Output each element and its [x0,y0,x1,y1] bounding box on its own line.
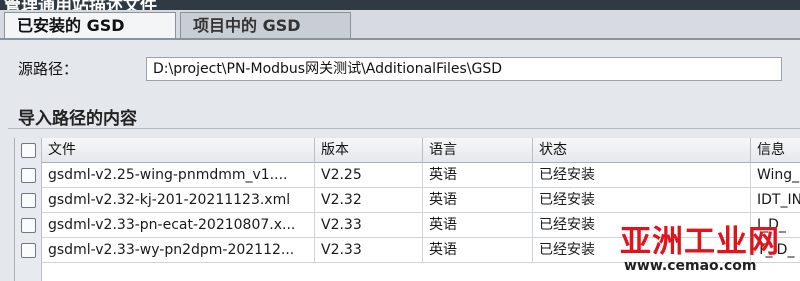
tab-installed-gsd[interactable]: 已安装的 GSD [4,12,176,39]
tab-divider [0,38,800,40]
table-header-row: 文件 版本 语言 状态 信息 [15,138,800,163]
language-cell: 英语 [423,238,533,263]
version-cell: V2.33 [315,238,423,263]
row-checkbox[interactable] [21,193,36,208]
column-header-info[interactable]: 信息 [751,138,800,163]
window-titlebar: 管理通用站描述文件 [0,0,800,10]
status-cell: 已经安装 [533,163,751,188]
row-checkbox[interactable] [21,168,36,183]
section-divider [8,128,800,129]
select-all-cell [15,138,42,163]
watermark-logo-text: 亚洲工业网 [620,224,780,260]
file-cell: gsdml-v2.32-kj-201-20211123.xml [42,188,315,213]
row-select-cell [15,213,42,238]
language-cell: 英语 [423,188,533,213]
row-select-cell [15,263,42,281]
table-row[interactable]: gsdml-v2.25-wing-pnmdmm_v1.... V2.25 英语 … [15,163,800,188]
file-cell: gsdml-v2.33-wy-pn2dpm-202112... [42,238,315,263]
source-path-label: 源路径： [18,60,79,78]
file-cell: gsdml-v2.33-pn-ecat-20210807.x... [42,213,315,238]
column-header-status[interactable]: 状态 [533,138,751,163]
row-checkbox[interactable] [21,243,36,258]
row-select-cell [15,163,42,188]
row-checkbox[interactable] [21,218,36,233]
tab-project-gsd[interactable]: 项目中的 GSD [180,12,351,39]
version-cell: V2.25 [315,163,423,188]
table-row[interactable]: gsdml-v2.32-kj-201-20211123.xml V2.32 英语… [15,188,800,213]
import-path-content-heading: 导入路径的内容 [18,109,137,129]
version-cell: V2.32 [315,188,423,213]
row-select-cell [15,188,42,213]
tab-strip: 已安装的 GSD 项目中的 GSD [0,10,800,39]
status-cell: 已经安装 [533,188,751,213]
language-cell: 英语 [423,213,533,238]
column-header-file[interactable]: 文件 [42,138,315,163]
window-title: 管理通用站描述文件 [4,0,157,10]
row-select-cell [15,238,42,263]
select-all-checkbox[interactable] [21,143,36,158]
info-cell: Wing_ [757,167,800,183]
version-cell: V2.33 [315,213,423,238]
info-cell: IDT_IN [757,192,800,208]
watermark-url: www.cemao.com [624,258,757,274]
file-cell: gsdml-v2.25-wing-pnmdmm_v1.... [42,163,315,188]
language-cell: 英语 [423,163,533,188]
column-header-language[interactable]: 语言 [423,138,533,163]
source-path-field[interactable]: D:\project\PN-Modbus网关测试\AdditionalFiles… [146,57,782,81]
column-header-version[interactable]: 版本 [315,138,423,163]
